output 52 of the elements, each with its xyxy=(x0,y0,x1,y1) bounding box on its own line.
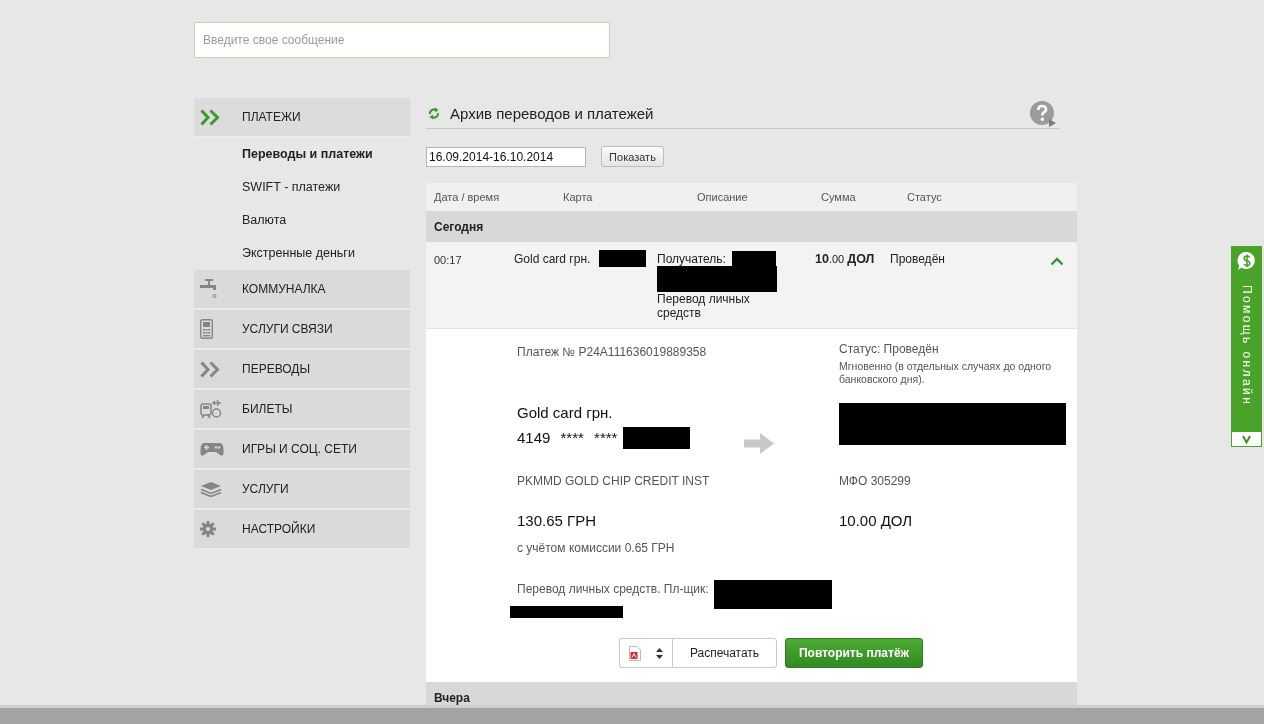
amount-text: 10.00 ДОЛ xyxy=(815,253,875,265)
repeat-button[interactable]: Повторить платёж xyxy=(785,638,923,668)
column-header: Карта xyxy=(563,191,593,203)
show-button[interactable]: Показать xyxy=(601,146,664,167)
description-text: Перевод личных средств xyxy=(657,292,751,320)
column-header: Сумма xyxy=(821,191,856,203)
sidebar-item[interactable]: ПЕРЕВОДЫ xyxy=(194,350,410,390)
column-header: Статус xyxy=(907,191,942,203)
sidebar-item[interactable]: УСЛУГИ СВЯЗИ xyxy=(194,310,410,350)
column-header: Дата / время xyxy=(434,191,500,203)
refresh-icon[interactable] xyxy=(428,106,440,120)
format-select[interactable] xyxy=(619,638,672,668)
sidebar-item[interactable]: КОММУНАЛКА xyxy=(194,270,410,310)
group-header: Вчера xyxy=(426,682,1077,705)
bank-code: МФО 305299 xyxy=(839,474,911,488)
submenu-item[interactable]: Экстренные деньги xyxy=(242,246,355,261)
time-text: 00:17 xyxy=(434,254,462,266)
sidebar-item[interactable]: НАСТРОЙКИ xyxy=(194,510,410,550)
group-header: Сегодня xyxy=(426,211,1077,242)
help-icon[interactable] xyxy=(1030,101,1056,127)
dollar-bubble-icon xyxy=(1236,251,1257,271)
status-note: Мгновенно (в отдельных случаях до одного банковского дня). xyxy=(839,360,1053,386)
card-name: Gold card грн. xyxy=(517,403,613,423)
submenu-item[interactable]: SWIFT - платежи xyxy=(242,180,341,195)
submenu-item[interactable]: Переводы и платежи xyxy=(242,147,373,162)
payment-number: Платеж № P24A111636019889358 xyxy=(517,345,707,359)
message-field[interactable]: Введите свое сообщение xyxy=(194,22,610,58)
bank-name: PKMMD GOLD CHIP CREDIT INST xyxy=(517,474,710,488)
debit-amount: 130.65 ГРН xyxy=(517,512,596,529)
status-text: Проведён xyxy=(890,252,945,266)
column-header: Описание xyxy=(697,191,748,203)
print-button[interactable]: Распечатать xyxy=(672,638,777,668)
date-range-field[interactable]: 16.09.2014-16.10.2014 xyxy=(426,146,586,167)
transaction-row[interactable]: 00:17 Gold card грн. Получатель: Перевод личных средств 10.00 ДОЛ Проведён xyxy=(426,242,1077,329)
submenu-item[interactable]: Валюта xyxy=(242,213,287,228)
commission-text: с учётом комиссии 0.65 ГРН xyxy=(517,541,675,555)
sidebar-item[interactable]: БИЛЕТЫ xyxy=(194,390,410,430)
collapse-caret-icon[interactable] xyxy=(1050,257,1064,266)
sidebar-item[interactable]: ИГРЫ И СОЦ. СЕТИ xyxy=(194,430,410,470)
sidebar-item[interactable]: ПЛАТЕЖИ xyxy=(194,98,410,138)
page-title: Архив переводов и платежей xyxy=(450,104,654,122)
sidebar-item[interactable]: УСЛУГИ xyxy=(194,470,410,510)
pdf-file-icon xyxy=(629,645,641,661)
recipient-label: Получатель: xyxy=(657,251,726,268)
purpose-text: Перевод личных средств. Пл-щик: xyxy=(517,582,709,597)
chevron-down-icon[interactable] xyxy=(1232,432,1261,446)
right-arrow-icon xyxy=(744,433,774,454)
status-text: Статус: Проведён xyxy=(839,342,939,357)
updown-caret-icon xyxy=(656,647,663,659)
card-text: Gold card грн. xyxy=(514,251,591,268)
card-number: 4149 **** **** xyxy=(517,428,618,448)
credit-amount: 10.00 ДОЛ xyxy=(839,512,913,529)
